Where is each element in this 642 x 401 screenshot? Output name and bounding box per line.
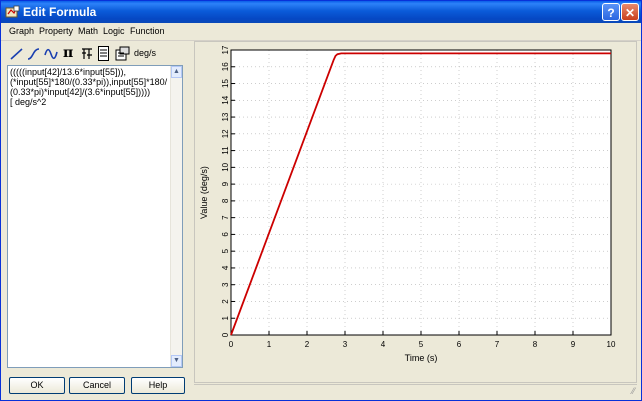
sine-icon[interactable] — [44, 47, 58, 61]
help-button[interactable]: Help — [131, 377, 185, 394]
y-tick-label: 6 — [221, 232, 230, 237]
y-tick-label: 8 — [221, 198, 230, 203]
ok-button[interactable]: OK — [9, 377, 65, 394]
edit-formula-window: Edit Formula ? ✕ Graph Property Math Log… — [0, 0, 642, 401]
x-tick-label: 7 — [495, 340, 500, 349]
y-tick-label: 0 — [221, 332, 230, 337]
y-tick-label: 11 — [221, 146, 230, 155]
scroll-down-icon[interactable]: ▼ — [171, 355, 182, 367]
menu-bar: Graph Property Math Logic Function — [1, 23, 641, 41]
graph-panel: 0 1 2 3 4 5 6 7 8 9 10 0 1 2 3 4 5 6 7 8 9 10 11 12 13 14 15 16 17 Ti… — [194, 41, 637, 383]
x-tick-label: 8 — [533, 340, 538, 349]
formula-text[interactable]: (((((input[42]/13.6*input[55])),(*input[… — [10, 67, 168, 107]
menu-property[interactable]: Property — [39, 26, 73, 36]
x-tick-label: 4 — [381, 340, 386, 349]
line-icon[interactable] — [10, 47, 24, 61]
y-tick-label: 13 — [221, 112, 230, 121]
unit-label[interactable]: deg/s — [134, 48, 156, 58]
formula-scrollbar[interactable]: ▲ ▼ — [170, 66, 182, 367]
cancel-button[interactable]: Cancel — [69, 377, 125, 394]
x-tick-label: 5 — [419, 340, 424, 349]
close-button[interactable]: ✕ — [621, 3, 639, 21]
y-tick-label: 7 — [221, 215, 230, 220]
status-bar: ⁄⁄ — [194, 384, 637, 398]
menu-logic[interactable]: Logic — [103, 26, 125, 36]
y-tick-label: 4 — [221, 265, 230, 270]
y-tick-label: 3 — [221, 282, 230, 287]
x-tick-label: 1 — [267, 340, 272, 349]
x-tick-label: 3 — [343, 340, 348, 349]
sensor-icon[interactable] — [81, 47, 93, 61]
chart: 0 1 2 3 4 5 6 7 8 9 1001234567891011121314151617Ti… — [199, 45, 616, 363]
title-bar[interactable]: Edit Formula ? ✕ — [1, 1, 641, 23]
y-tick-label: 2 — [221, 299, 230, 304]
menu-math[interactable]: Math — [78, 26, 98, 36]
y-tick-label: 9 — [221, 181, 230, 186]
x-tick-label: 6 — [457, 340, 462, 349]
pi-icon[interactable]: π — [63, 45, 73, 61]
table-icon[interactable] — [98, 46, 109, 61]
x-axis-label: Time (s) — [405, 353, 438, 363]
y-tick-label: 10 — [221, 162, 230, 171]
resize-grip-icon[interactable]: ⁄⁄ — [632, 386, 635, 396]
window-title: Edit Formula — [23, 5, 97, 19]
menu-graph[interactable]: Graph — [9, 26, 34, 36]
help-title-button[interactable]: ? — [602, 3, 620, 21]
menu-function[interactable]: Function — [130, 26, 165, 36]
y-axis-label: Value (deg/s) — [199, 166, 209, 219]
y-tick-label: 16 — [221, 62, 230, 71]
scroll-up-icon[interactable]: ▲ — [171, 66, 182, 78]
plot-background — [231, 50, 611, 335]
y-tick-label: 12 — [221, 129, 230, 138]
y-tick-label: 14 — [221, 95, 230, 104]
app-icon — [5, 5, 20, 18]
y-tick-label: 15 — [221, 79, 230, 88]
y-tick-label: 1 — [221, 315, 230, 320]
variable-icon[interactable] — [115, 46, 130, 61]
x-tick-label: 2 — [305, 340, 310, 349]
x-tick-label: 0 — [229, 340, 234, 349]
x-tick-label: 10 — [607, 340, 616, 349]
formula-editor[interactable]: (((((input[42]/13.6*input[55])),(*input[… — [7, 65, 183, 368]
x-tick-label: 9 — [571, 340, 576, 349]
y-tick-label: 17 — [221, 45, 230, 54]
curve-icon[interactable] — [27, 47, 41, 61]
y-tick-label: 5 — [221, 248, 230, 253]
